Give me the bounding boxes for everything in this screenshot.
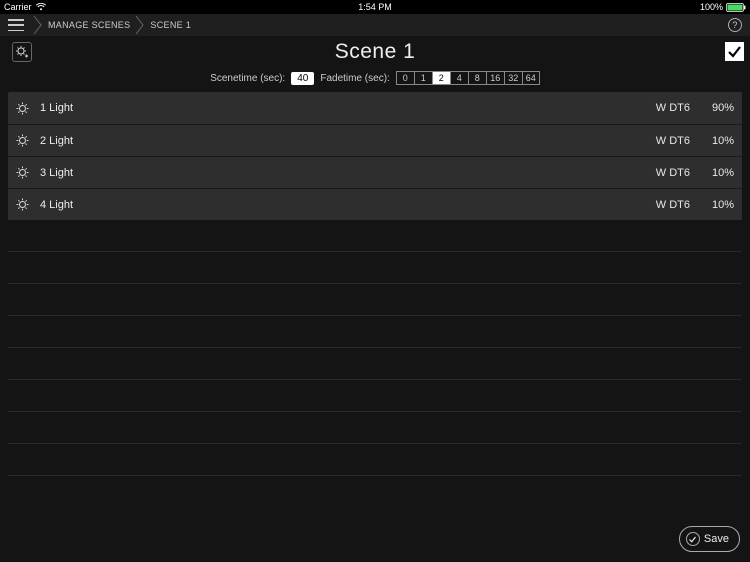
light-percent: 90% (700, 102, 734, 114)
empty-row (8, 316, 742, 348)
status-bar: Carrier 1:54 PM 100% (0, 0, 750, 14)
light-list: 1 LightW DT690%2 LightW DT610%3 LightW D… (0, 92, 750, 562)
light-percent: 10% (700, 199, 734, 211)
light-name: 3 Light (40, 167, 656, 179)
light-row[interactable]: 4 LightW DT6 10% (8, 188, 742, 220)
fadetime-option[interactable]: 8 (468, 71, 486, 85)
light-icon (16, 166, 30, 179)
light-row[interactable]: 3 LightW DT6 10% (8, 156, 742, 188)
fadetime-option[interactable]: 32 (504, 71, 522, 85)
settings-row: Scenetime (sec): 40 Fadetime (sec): 0124… (0, 68, 750, 88)
fadetime-label: Fadetime (sec): (320, 73, 389, 84)
chevron-right-icon (135, 15, 145, 35)
empty-row (8, 412, 742, 444)
title-bar: Scene 1 (0, 36, 750, 68)
nav-bar: MANAGE SCENES SCENE 1 ? (0, 14, 750, 36)
battery-pct-label: 100% (700, 2, 723, 12)
hamburger-icon[interactable] (8, 19, 24, 31)
light-name: 2 Light (40, 135, 656, 147)
add-light-icon[interactable] (12, 42, 32, 62)
checkmark-icon (686, 532, 700, 546)
empty-row (8, 380, 742, 412)
light-percent: 10% (700, 167, 734, 179)
light-icon (16, 198, 30, 211)
fadetime-option[interactable]: 1 (414, 71, 432, 85)
light-type: W DT6 (656, 167, 690, 179)
empty-row (8, 252, 742, 284)
empty-row (8, 284, 742, 316)
fadetime-segmented: 01248163264 (396, 71, 540, 85)
light-row[interactable]: 2 LightW DT6 10% (8, 124, 742, 156)
light-name: 4 Light (40, 199, 656, 211)
light-type: W DT6 (656, 135, 690, 147)
light-type: W DT6 (656, 199, 690, 211)
save-button-label: Save (704, 533, 729, 545)
light-percent: 10% (700, 135, 734, 147)
light-type: W DT6 (656, 102, 690, 114)
breadcrumb-item[interactable]: SCENE 1 (146, 20, 195, 30)
empty-row (8, 444, 742, 476)
fadetime-option[interactable]: 64 (522, 71, 540, 85)
light-icon (16, 134, 30, 147)
breadcrumb-item[interactable]: MANAGE SCENES (44, 20, 134, 30)
empty-row (8, 220, 742, 252)
chevron-right-icon (33, 15, 43, 35)
save-button[interactable]: Save (679, 526, 740, 552)
fadetime-option[interactable]: 0 (396, 71, 414, 85)
battery-icon (726, 3, 746, 12)
light-name: 1 Light (40, 102, 656, 114)
breadcrumb: MANAGE SCENES SCENE 1 (32, 14, 195, 36)
carrier-label: Carrier (4, 2, 32, 12)
fadetime-option[interactable]: 2 (432, 71, 450, 85)
scenetime-value[interactable]: 40 (291, 72, 314, 85)
light-icon (16, 102, 30, 115)
page-title: Scene 1 (335, 40, 416, 64)
light-row[interactable]: 1 LightW DT6 90% (8, 92, 742, 124)
wifi-icon (36, 3, 46, 11)
help-icon[interactable]: ? (728, 18, 742, 32)
select-all-checkbox[interactable] (725, 42, 744, 61)
empty-row (8, 348, 742, 380)
fadetime-option[interactable]: 4 (450, 71, 468, 85)
clock-label: 1:54 PM (358, 2, 392, 12)
scenetime-label: Scenetime (sec): (210, 73, 285, 84)
fadetime-option[interactable]: 16 (486, 71, 504, 85)
